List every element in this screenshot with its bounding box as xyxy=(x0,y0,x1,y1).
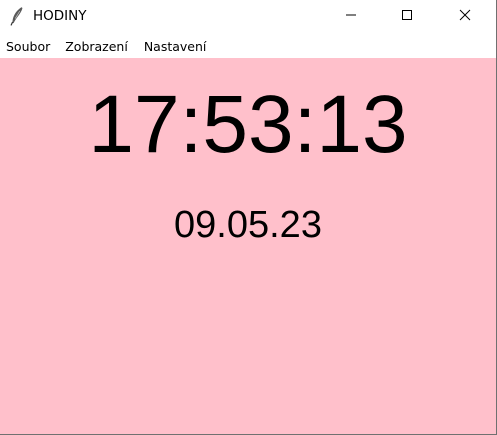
clock-panel: 17:53:13 09.05.23 xyxy=(0,58,496,434)
window-title: HODINY xyxy=(33,8,87,24)
minimize-icon xyxy=(345,6,357,25)
title-bar[interactable]: HODINY xyxy=(0,0,496,32)
date-display: 09.05.23 xyxy=(174,204,322,246)
time-display: 17:53:13 xyxy=(88,79,408,170)
menu-nastaveni[interactable]: Nastavení xyxy=(138,37,213,57)
close-button[interactable] xyxy=(442,0,488,31)
menu-zobrazeni[interactable]: Zobrazení xyxy=(59,37,134,57)
clock-window: HODINY Soubor Zobrazení Nastavení 17:53:… xyxy=(0,0,497,435)
close-icon xyxy=(459,6,471,25)
maximize-icon xyxy=(401,6,413,25)
minimize-button[interactable] xyxy=(328,0,374,31)
menu-soubor[interactable]: Soubor xyxy=(0,37,56,57)
menu-bar: Soubor Zobrazení Nastavení xyxy=(0,36,496,57)
maximize-button[interactable] xyxy=(384,0,430,31)
feather-icon xyxy=(9,6,25,26)
